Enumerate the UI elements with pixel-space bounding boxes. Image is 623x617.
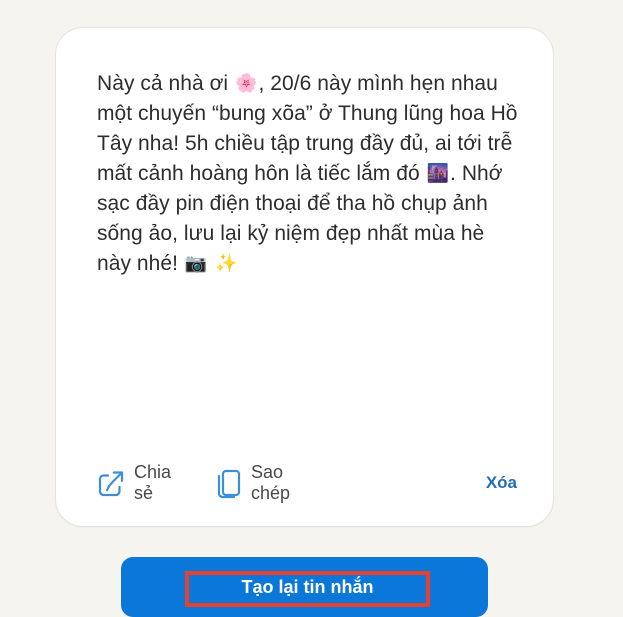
copy-button[interactable]: Sao chép	[215, 462, 326, 503]
message-actions: Chia sẻ Sao chép Xóa	[96, 462, 517, 503]
sparkles-emoji: ✨	[215, 253, 238, 274]
delete-button[interactable]: Xóa	[485, 466, 517, 500]
sunset-emoji: 🌆	[426, 163, 450, 184]
copy-label: Sao chép	[251, 462, 291, 503]
flower-emoji: 🌸	[235, 73, 258, 94]
copy-icon	[215, 467, 243, 499]
generated-message-text: Này cả nhà ơi 🌸, 20/6 này mình hẹn nhau …	[97, 69, 523, 279]
message-regeneration-screen: Này cả nhà ơi 🌸, 20/6 này mình hẹn nhau …	[0, 0, 623, 617]
message-text-part-1: Này cả nhà ơi	[97, 72, 235, 95]
regenerate-message-button[interactable]: Tạo lại tin nhắn	[121, 557, 488, 617]
share-button[interactable]: Chia sẻ	[96, 462, 194, 503]
share-label: Chia sẻ	[134, 462, 172, 503]
camera-emoji: 📷	[184, 253, 208, 274]
generated-message-card: Này cả nhà ơi 🌸, 20/6 này mình hẹn nhau …	[55, 27, 554, 527]
regenerate-message-label: Tạo lại tin nhắn	[185, 571, 430, 607]
share-icon	[96, 468, 126, 498]
